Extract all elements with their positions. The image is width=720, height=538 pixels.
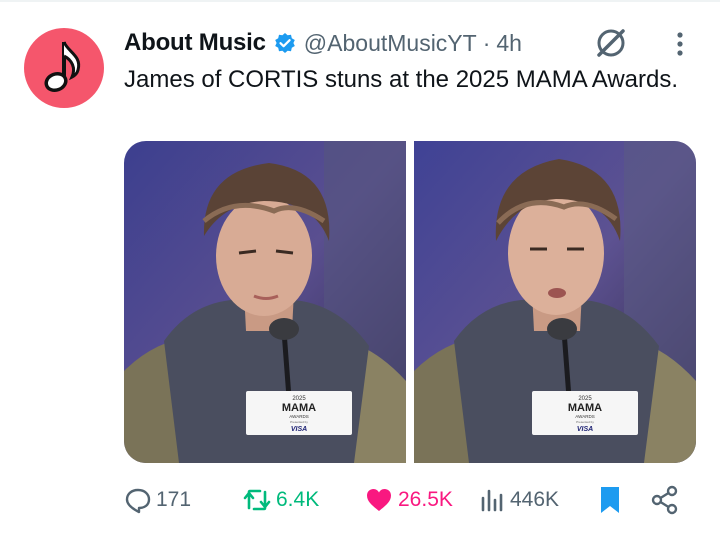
like-button[interactable]: 26.5K — [364, 480, 453, 520]
action-bar: 171 6.4K 26.5K 446K — [124, 480, 696, 520]
more-icon[interactable] — [668, 28, 692, 60]
bookmark-icon — [601, 487, 619, 513]
like-count: 26.5K — [398, 488, 453, 511]
reply-button[interactable]: 171 — [124, 480, 191, 520]
placard-tiny: Presented by — [290, 420, 308, 424]
avatar[interactable] — [24, 28, 104, 108]
verified-badge-icon — [274, 32, 296, 54]
placard-tiny: Presented by — [576, 420, 594, 424]
music-note-icon — [44, 41, 81, 93]
post-time[interactable]: 4h — [496, 30, 522, 57]
placard-sponsor: VISA — [577, 426, 593, 433]
top-divider — [0, 0, 720, 2]
repost-button[interactable]: 6.4K — [242, 480, 319, 520]
repost-icon — [243, 489, 271, 511]
separator-dot: · — [482, 29, 491, 56]
bookmark-button[interactable] — [596, 480, 624, 520]
author-handle[interactable]: @AboutMusicYT — [304, 30, 477, 57]
share-icon — [651, 485, 678, 515]
repost-count: 6.4K — [276, 488, 320, 511]
views-button[interactable]: 446K — [478, 480, 559, 520]
placard-logo: MAMA — [282, 402, 316, 414]
grok-icon[interactable] — [592, 24, 630, 62]
views-count: 446K — [510, 488, 560, 511]
post-text: James of CORTIS stuns at the 2025 MAMA A… — [124, 66, 679, 93]
placard-subtitle: AWARDS — [289, 414, 308, 419]
placard-subtitle: AWARDS — [575, 414, 594, 419]
share-button[interactable] — [650, 480, 680, 520]
author-name[interactable]: About Music — [124, 29, 266, 57]
reply-count: 171 — [156, 488, 192, 511]
post-header: About Music @AboutMusicYT · 4h — [124, 26, 720, 60]
like-icon — [367, 489, 391, 511]
views-icon — [481, 489, 503, 512]
media-photo-1[interactable]: 2025 MAMA AWARDS Presented by VISA — [124, 141, 406, 463]
post-media: 2025 MAMA AWARDS Presented by VISA 2025 … — [124, 141, 696, 463]
placard-sponsor: VISA — [291, 426, 307, 433]
reply-icon — [125, 488, 151, 514]
placard-logo: MAMA — [568, 402, 602, 414]
media-photo-2[interactable]: 2025 MAMA AWARDS Presented by VISA — [414, 141, 696, 463]
